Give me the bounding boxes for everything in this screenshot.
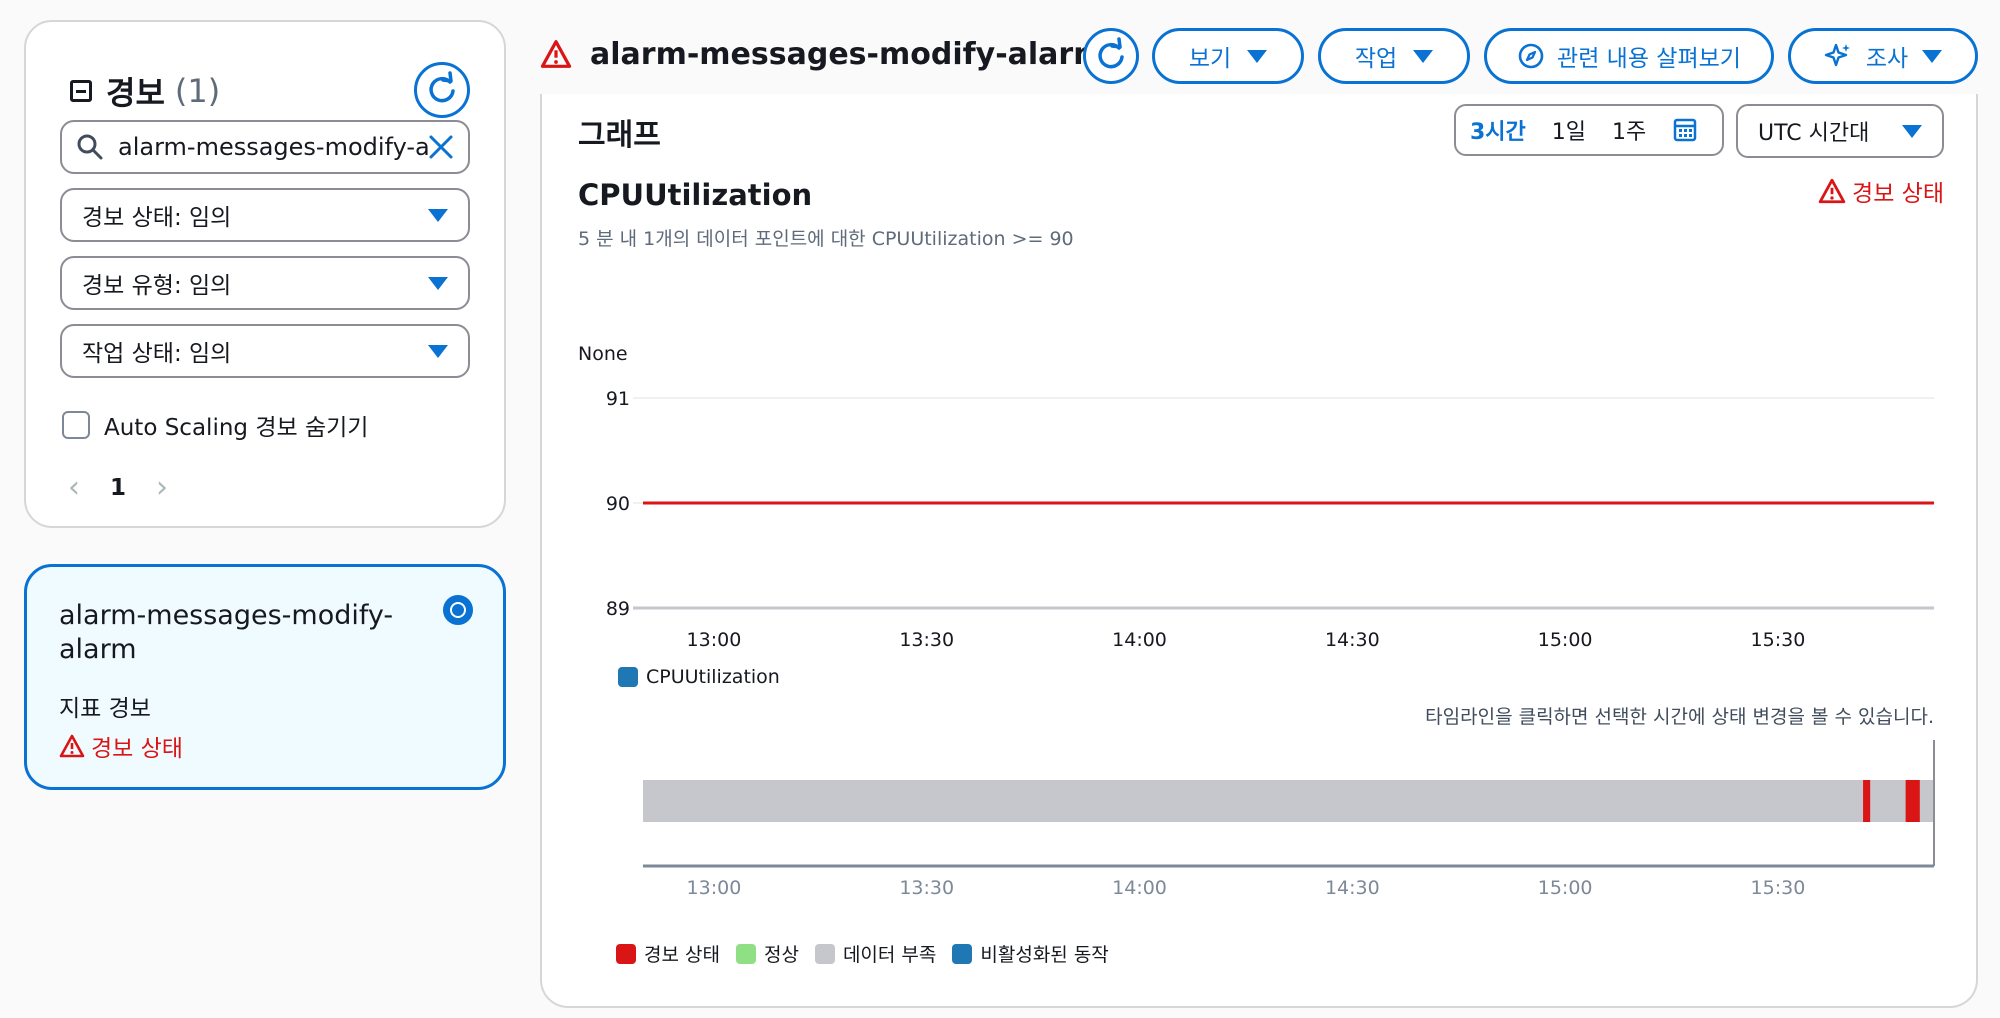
legend-label: CPUUtilization (646, 666, 780, 688)
y-tick-label: 90 (606, 493, 630, 515)
timeline-tick-label: 13:30 (899, 877, 954, 899)
alarm-card-state-label: 경보 상태 (91, 736, 183, 762)
timeline-tick-label: 15:00 (1538, 877, 1593, 899)
y-tick-label: 91 (606, 388, 630, 410)
dropdown-caret-icon (1247, 49, 1268, 63)
legend-insufficient: 데이터 부족 (814, 940, 937, 967)
pagination: ‹ 1 › (68, 470, 168, 505)
refresh-icon (429, 71, 455, 103)
investigate-label: 조사 (1865, 46, 1909, 72)
y-tick-label: 89 (606, 598, 630, 620)
x-tick-label: 15:00 (1538, 629, 1593, 651)
compass-icon (1518, 43, 1544, 69)
collapse-icon[interactable] (70, 80, 92, 102)
alarm-card-name: alarm-messages-modify-alarm (59, 600, 394, 665)
legend-ok: 정상 (735, 940, 799, 967)
alarm-state-select[interactable]: 경보 상태: 임의 (60, 188, 470, 242)
timeline-hint: 타임라인을 클릭하면 선택한 시간에 상태 변경을 볼 수 있습니다. (1425, 706, 1934, 728)
dropdown-caret-icon (428, 276, 448, 290)
actions-label: 작업 (1354, 46, 1398, 72)
explore-related-label: 관련 내용 살펴보기 (1557, 46, 1741, 72)
alarm-type-select-label: 경보 유형: 임의 (82, 273, 232, 299)
refresh-icon (1098, 37, 1124, 69)
alarm-detail-header: alarm-messages-modify-alarm (540, 24, 1104, 84)
action-state-select-label: 작업 상태: 임의 (82, 341, 232, 367)
alarm-type-select[interactable]: 경보 유형: 임의 (60, 256, 470, 310)
view-dropdown-button[interactable]: 보기 (1152, 28, 1304, 84)
page-title: alarm-messages-modify-alarm (590, 36, 1105, 72)
x-tick-label: 13:30 (899, 629, 954, 651)
chart-legend: CPUUtilization (618, 666, 780, 688)
legend-swatch (735, 943, 756, 964)
y-axis-label: None (578, 343, 628, 365)
dropdown-caret-icon (1922, 49, 1943, 63)
alarm-card-state: 경보 상태 (59, 729, 183, 763)
alarm-search-input[interactable]: alarm-messages-modify-a (60, 120, 470, 174)
legend-label: 정상 (763, 944, 799, 966)
legend-label: 비활성화된 동작 (980, 944, 1109, 966)
timeline-tick-label: 14:30 (1325, 877, 1380, 899)
hide-autoscaling-option[interactable]: Auto Scaling 경보 숨기기 (62, 408, 368, 442)
dropdown-caret-icon (428, 208, 448, 222)
legend-label: 데이터 부족 (842, 944, 937, 966)
alarm-card-type: 지표 경보 (59, 696, 151, 722)
timeline-bar (643, 780, 1934, 822)
legend-swatch (616, 943, 636, 964)
metric-chart[interactable]: None 89 90 91 13:00 13:30 14:00 14:30 15:00 15:30… (542, 94, 1980, 1008)
timeline-alarm-segment (1863, 780, 1871, 822)
refresh-alarms-button[interactable] (414, 62, 470, 118)
timeline-legend: 경보 상태 정상 데이터 부족 비활성화된 동작 (616, 940, 1109, 967)
warning-icon (59, 734, 85, 758)
investigate-dropdown-button[interactable]: 조사 (1788, 28, 1978, 84)
filter-title-label: 경보 (106, 74, 165, 112)
x-tick-label: 14:00 (1112, 629, 1167, 651)
legend-label: 경보 상태 (644, 944, 720, 966)
legend-swatch (618, 667, 638, 687)
alarm-select-radio[interactable] (443, 595, 473, 625)
clear-search-icon[interactable] (428, 134, 454, 160)
dropdown-caret-icon (428, 344, 448, 358)
filter-panel-title[interactable]: 경보 (1) (70, 68, 220, 114)
explore-related-button[interactable]: 관련 내용 살펴보기 (1484, 28, 1774, 84)
timeline-tick-label: 15:30 (1751, 877, 1806, 899)
view-label: 보기 (1188, 46, 1232, 72)
x-tick-label: 13:00 (687, 629, 742, 651)
next-page-icon[interactable]: › (156, 470, 168, 505)
warning-icon (540, 40, 572, 68)
actions-dropdown-button[interactable]: 작업 (1318, 28, 1470, 84)
alarm-state-select-label: 경보 상태: 임의 (82, 205, 232, 231)
legend-alarm: 경보 상태 (616, 940, 720, 967)
sparkle-icon (1824, 43, 1850, 67)
page-number[interactable]: 1 (110, 475, 126, 501)
timeline-alarm-segment (1905, 780, 1920, 822)
hide-autoscaling-checkbox[interactable] (62, 411, 90, 439)
dropdown-caret-icon (1413, 49, 1434, 63)
prev-page-icon[interactable]: ‹ (68, 470, 80, 505)
hide-autoscaling-label: Auto Scaling 경보 숨기기 (104, 415, 369, 441)
search-value: alarm-messages-modify-a (118, 133, 428, 161)
x-tick-label: 14:30 (1325, 629, 1380, 651)
search-icon (77, 134, 103, 160)
action-state-select[interactable]: 작업 상태: 임의 (60, 324, 470, 378)
legend-swatch (814, 943, 835, 964)
refresh-button[interactable] (1083, 28, 1139, 84)
alarm-count: (1) (174, 72, 221, 110)
x-tick-label: 15:30 (1751, 629, 1806, 651)
graph-panel: 그래프 3시간 1일 1주 UTC 시간대 CPUUtilization 경보 … (540, 94, 1978, 1008)
alarm-list-item[interactable]: alarm-messages-modify-alarm 지표 경보 경보 상태 (24, 564, 506, 790)
timeline-tick-label: 13:00 (687, 877, 742, 899)
alarm-filter-panel: 경보 (1) alarm-messages-modify-a 경보 상태: 임의… (24, 20, 506, 528)
legend-swatch (952, 943, 973, 964)
legend-disabled: 비활성화된 동작 (952, 940, 1109, 967)
timeline-tick-label: 14:00 (1112, 877, 1167, 899)
